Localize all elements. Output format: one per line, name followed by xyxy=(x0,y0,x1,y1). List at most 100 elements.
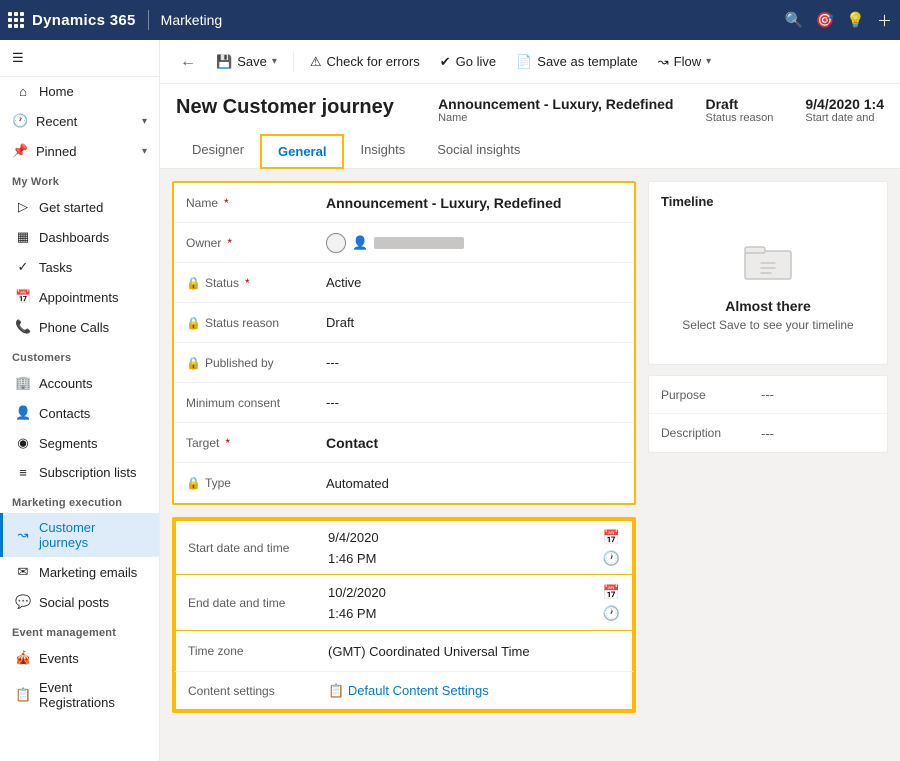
description-value[interactable]: --- xyxy=(749,418,887,449)
start-time-text[interactable]: 1:46 PM xyxy=(328,551,595,566)
sidebar-item-segments[interactable]: ◉ Segments xyxy=(0,428,159,458)
end-time-text[interactable]: 1:46 PM xyxy=(328,606,595,621)
end-date-text[interactable]: 10/2/2020 xyxy=(328,585,595,600)
end-clock-icon[interactable]: 🕐 xyxy=(603,605,620,622)
meta-name-label: Name xyxy=(438,112,673,124)
chevron-down-icon-2: ▾ xyxy=(142,146,147,157)
sidebar-item-customer-journeys[interactable]: ↝ Customer journeys xyxy=(0,513,159,557)
calendar-icon: 📅 xyxy=(15,289,31,305)
sidebar-item-marketing-emails[interactable]: ✉ Marketing emails xyxy=(0,557,159,587)
save-as-template-button[interactable]: 📄 Save as template xyxy=(508,49,646,75)
type-value: Automated xyxy=(314,468,634,499)
command-bar: ← 💾 Save ▾ ⚠ Check for errors ✔ Go live … xyxy=(160,40,900,84)
sidebar-hamburger[interactable]: ☰ xyxy=(0,40,159,77)
sidebar-label: Marketing emails xyxy=(39,565,137,580)
min-consent-label: Minimum consent xyxy=(174,388,314,418)
owner-label: Owner * xyxy=(174,228,314,258)
folder-icon xyxy=(743,241,793,290)
contacts-icon: 👤 xyxy=(15,405,31,421)
main-content: ← 💾 Save ▾ ⚠ Check for errors ✔ Go live … xyxy=(160,40,900,761)
sidebar-item-event-registrations[interactable]: 📋 Event Registrations xyxy=(0,673,159,717)
sidebar-item-phone-calls[interactable]: 📞 Phone Calls xyxy=(0,312,159,342)
end-date-row: End date and time 10/2/2020 📅 1:46 PM 🕐 xyxy=(174,575,634,631)
check-errors-button[interactable]: ⚠ Check for errors xyxy=(302,49,428,75)
start-date-value-group: 9/4/2020 📅 1:46 PM 🕐 xyxy=(316,523,632,573)
tab-insights[interactable]: Insights xyxy=(344,134,421,168)
tab-designer[interactable]: Designer xyxy=(176,134,260,168)
save-button[interactable]: 💾 Save ▾ xyxy=(208,49,285,75)
save-icon: 💾 xyxy=(216,54,232,70)
sidebar-item-social-posts[interactable]: 💬 Social posts xyxy=(0,587,159,617)
back-button[interactable]: ← xyxy=(172,49,204,75)
sidebar-label: Social posts xyxy=(39,595,109,610)
field-name-row: Name * Announcement - Luxury, Redefined xyxy=(174,183,634,223)
field-target-row: Target * Contact xyxy=(174,423,634,463)
end-date-date-row: 10/2/2020 📅 xyxy=(328,584,620,601)
sidebar-item-pinned[interactable]: 📌 Pinned ▾ xyxy=(0,136,159,166)
status-reason-label: 🔒 Status reason xyxy=(174,308,314,338)
record-title: New Customer journey xyxy=(176,96,394,119)
end-calendar-icon[interactable]: 📅 xyxy=(603,584,620,601)
sidebar-label: Tasks xyxy=(39,260,72,275)
content-settings-label: Content settings xyxy=(176,676,316,706)
target-icon[interactable]: 🎯 xyxy=(816,11,835,29)
sidebar-item-contacts[interactable]: 👤 Contacts xyxy=(0,398,159,428)
sidebar-item-subscription-lists[interactable]: ≡ Subscription lists xyxy=(0,458,159,487)
name-label: Name * xyxy=(174,188,314,218)
cmd-sep-1 xyxy=(293,52,294,72)
start-time-row: 1:46 PM 🕐 xyxy=(328,550,620,567)
field-status-row: 🔒 Status * Active xyxy=(174,263,634,303)
owner-value[interactable]: 👤 xyxy=(314,225,476,261)
purpose-value[interactable]: --- xyxy=(749,379,887,410)
description-row: Description --- xyxy=(649,414,887,452)
sidebar-item-accounts[interactable]: 🏢 Accounts xyxy=(0,368,159,398)
min-consent-value[interactable]: --- xyxy=(314,387,634,418)
events-icon: 🎪 xyxy=(15,650,31,666)
flow-button[interactable]: ↝ Flow ▾ xyxy=(650,49,719,75)
content-settings-value[interactable]: 📋 Default Content Settings xyxy=(316,675,632,707)
app-title: Dynamics 365 xyxy=(32,12,136,29)
start-date-label: Start date and time xyxy=(176,533,316,563)
start-date-text[interactable]: 9/4/2020 xyxy=(328,530,595,545)
required-mark-target: * xyxy=(225,436,230,450)
field-minimum-consent-row: Minimum consent --- xyxy=(174,383,634,423)
flow-label: Flow xyxy=(674,54,701,69)
name-value[interactable]: Announcement - Luxury, Redefined xyxy=(314,187,634,219)
tab-general[interactable]: General xyxy=(260,134,344,169)
tasks-icon: ✓ xyxy=(15,259,31,275)
field-type-row: 🔒 Type Automated xyxy=(174,463,634,503)
record-tabs: Designer General Insights Social insight… xyxy=(176,134,884,168)
go-live-button[interactable]: ✔ Go live xyxy=(432,49,504,75)
help-icon[interactable]: 💡 xyxy=(846,11,865,29)
app-grid-icon[interactable] xyxy=(8,12,24,28)
target-value[interactable]: Contact xyxy=(314,427,634,459)
flow-dropdown-icon[interactable]: ▾ xyxy=(706,56,711,67)
search-icon[interactable]: 🔍 xyxy=(785,11,804,29)
form-area: Name * Announcement - Luxury, Redefined … xyxy=(160,169,900,761)
lock-icon-4: 🔒 xyxy=(186,476,201,490)
timezone-value[interactable]: (GMT) Coordinated Universal Time xyxy=(316,636,632,667)
start-calendar-icon[interactable]: 📅 xyxy=(603,529,620,546)
sidebar-label: Events xyxy=(39,651,79,666)
sidebar-item-get-started[interactable]: ▷ Get started xyxy=(0,192,159,222)
timezone-row: Time zone (GMT) Coordinated Universal Ti… xyxy=(174,631,634,671)
start-date-row: Start date and time 9/4/2020 📅 1:46 PM 🕐 xyxy=(174,519,634,575)
section-my-work: My Work xyxy=(0,166,159,192)
registration-icon: 📋 xyxy=(15,687,31,703)
sidebar-item-dashboards[interactable]: ▦ Dashboards xyxy=(0,222,159,252)
description-label: Description xyxy=(649,418,749,448)
sidebar-item-recent[interactable]: 🕐 Recent ▾ xyxy=(0,106,159,136)
add-icon[interactable]: ＋ xyxy=(877,10,892,31)
home-icon: ⌂ xyxy=(15,84,31,99)
save-dropdown-icon[interactable]: ▾ xyxy=(272,56,277,67)
sidebar-item-events[interactable]: 🎪 Events xyxy=(0,643,159,673)
sidebar-item-home[interactable]: ⌂ Home xyxy=(0,77,159,106)
start-clock-icon[interactable]: 🕐 xyxy=(603,550,620,567)
tab-social-insights[interactable]: Social insights xyxy=(421,134,536,168)
content-settings-icon: 📋 xyxy=(328,683,348,698)
sidebar-item-appointments[interactable]: 📅 Appointments xyxy=(0,282,159,312)
record-meta: Announcement - Luxury, Redefined Name Dr… xyxy=(438,96,884,124)
end-date-value-group: 10/2/2020 📅 1:46 PM 🕐 xyxy=(316,578,632,628)
nav-divider xyxy=(148,10,149,30)
sidebar-item-tasks[interactable]: ✓ Tasks xyxy=(0,252,159,282)
